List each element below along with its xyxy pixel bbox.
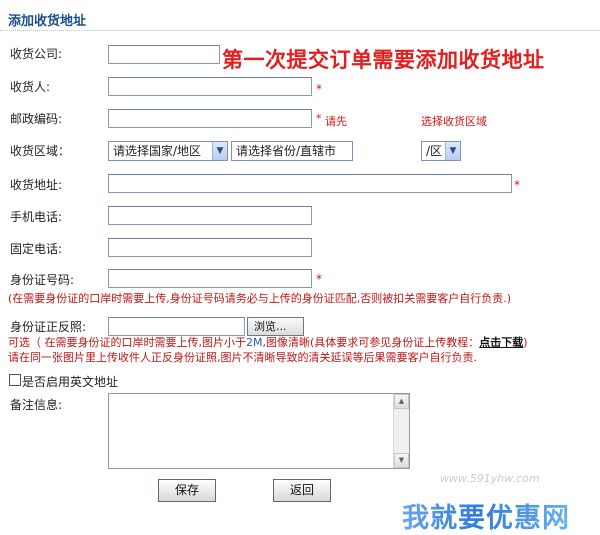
id-photo-tip-part3: ) <box>523 336 528 349</box>
download-guide-link[interactable]: 点击下载 <box>479 336 523 349</box>
back-button[interactable]: 返回 <box>273 479 331 502</box>
id-photo-label: 身份证正反照: <box>10 320 87 334</box>
country-select[interactable]: 请选择国家/地区 ▼ <box>108 141 228 161</box>
title-divider <box>0 30 600 31</box>
postcode-hint-right: 选择收货区域 <box>421 115 487 128</box>
page-title: 添加收货地址 <box>8 14 87 29</box>
company-label: 收货公司: <box>10 47 63 61</box>
watermark-url: www.591yhw.com <box>440 472 540 485</box>
country-select-value: 请选择国家/地区 <box>113 144 202 158</box>
postcode-required-mark: * <box>316 112 322 125</box>
english-address-checkbox[interactable] <box>9 374 21 386</box>
id-number-required-mark: * <box>316 272 322 286</box>
id-number-label: 身份证号码: <box>10 273 75 287</box>
english-address-label[interactable]: 是否启用英文地址 <box>22 373 118 390</box>
recipient-input[interactable] <box>108 77 312 96</box>
phone-input[interactable] <box>108 238 312 257</box>
mobile-input[interactable] <box>108 206 312 225</box>
chevron-down-icon[interactable]: ▼ <box>445 142 460 160</box>
district-select[interactable]: /区 ▼ <box>421 141 461 161</box>
mobile-label: 手机电话: <box>10 210 63 224</box>
province-select[interactable]: 请选择省份/直辖市 <box>231 141 353 161</box>
postcode-label: 邮政编码: <box>10 112 63 126</box>
region-label: 收货区域： <box>10 144 71 158</box>
recipient-required-mark: * <box>316 82 322 96</box>
district-select-value: /区 <box>426 144 443 158</box>
company-input[interactable] <box>108 45 220 64</box>
save-button[interactable]: 保存 <box>158 479 216 502</box>
province-select-value: 请选择省份/直辖市 <box>236 144 337 158</box>
address-input[interactable] <box>108 174 512 193</box>
address-label: 收货地址: <box>10 178 63 192</box>
recipient-label: 收货人: <box>10 80 51 94</box>
notes-label: 备注信息: <box>10 398 63 412</box>
scroll-up-icon[interactable]: ▲ <box>394 394 409 409</box>
notes-scrollbar[interactable]: ▲ ▼ <box>393 394 409 468</box>
phone-label: 固定电话: <box>10 242 63 256</box>
id-photo-tip-line2: 请在同一张图片里上传收件人正反身份证照,图片不清晰导致的清关延误等后果需要客户自… <box>8 351 477 364</box>
id-photo-tip: 可选（ 在需要身份证的口岸时需要上传,图片小于2M,图像清晰(具体要求可参见身份… <box>8 334 528 350</box>
id-number-input[interactable] <box>108 269 312 288</box>
id-photo-size-limit: 2M <box>246 336 263 349</box>
notes-textarea[interactable]: ▲ ▼ <box>108 393 410 469</box>
postcode-hint-left: 请先 <box>325 115 347 128</box>
id-photo-tip-part2: ,图像清晰(具体要求可参见身份证上传教程： <box>262 336 480 349</box>
id-number-warning: (在需要身份证的口岸时需要上传,身份证号码请务必与上传的身份证匹配,否则被扣关需… <box>8 292 512 305</box>
scroll-down-icon[interactable]: ▼ <box>394 453 409 468</box>
id-photo-tip-part1: 可选（ 在需要身份证的口岸时需要上传,图片小于 <box>8 336 246 349</box>
chevron-down-icon[interactable]: ▼ <box>212 142 227 160</box>
instruction-banner: 第一次提交订单需要添加收货地址 <box>222 48 545 72</box>
postcode-input[interactable] <box>108 109 312 128</box>
watermark-logo: 我就要优惠网 <box>402 496 570 535</box>
address-required-mark: * <box>514 178 520 192</box>
